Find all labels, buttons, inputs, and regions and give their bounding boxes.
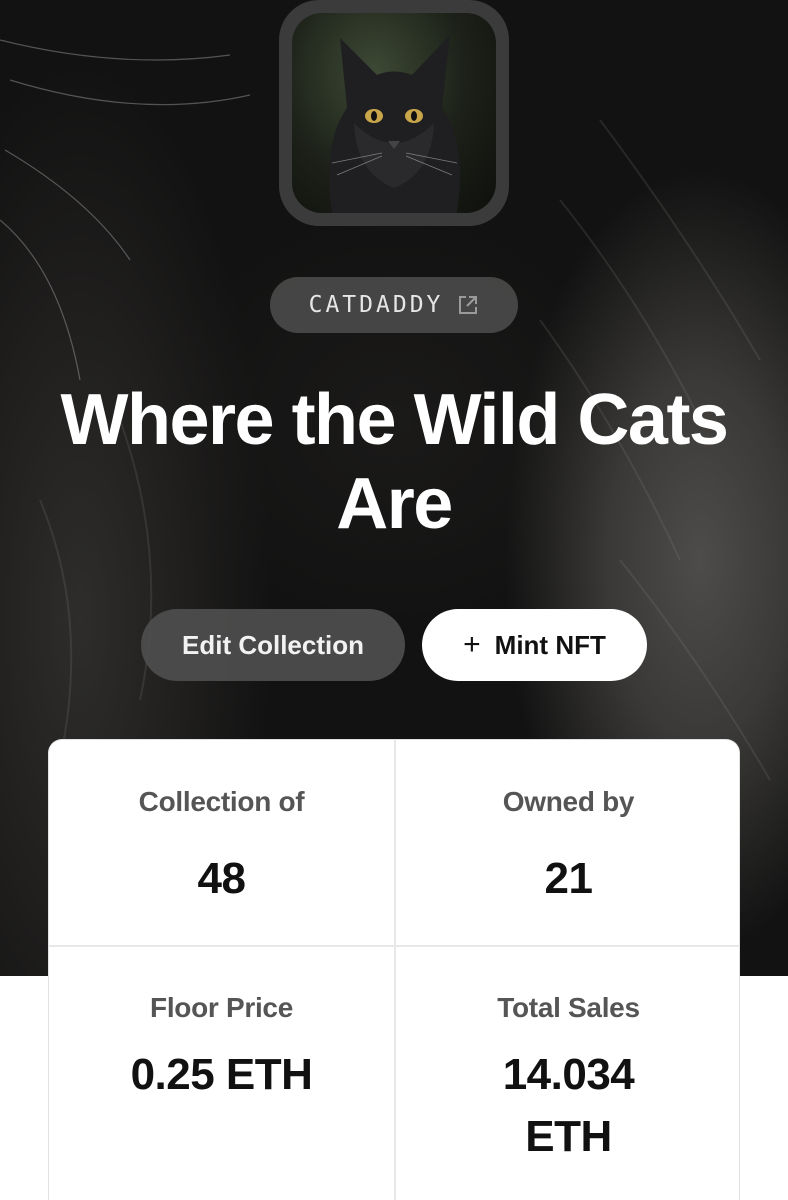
creator-name: CATDADDY — [308, 292, 444, 318]
edit-collection-button[interactable]: Edit Collection — [141, 609, 405, 681]
cat-avatar-image — [292, 13, 496, 213]
stat-label: Collection of — [138, 786, 305, 817]
stat-label: Owned by — [502, 786, 635, 817]
stat-floor-price: Floor Price 0.25 ETH — [49, 992, 394, 1106]
stats-horizontal-divider — [49, 945, 739, 947]
stat-owners: Owned by 21 — [396, 786, 741, 910]
mint-nft-button[interactable]: + Mint NFT — [422, 609, 647, 681]
stat-value: 0.25 ETH — [130, 1050, 313, 1099]
external-link-icon — [457, 294, 479, 316]
mint-nft-label: Mint NFT — [494, 629, 606, 660]
collection-stats-card: Collection of 48 Owned by 21 Floor Price… — [48, 739, 740, 1200]
collection-avatar[interactable] — [279, 0, 509, 226]
stat-total-sales: Total Sales 14.034 ETH — [396, 992, 741, 1168]
collection-title: Where the Wild Cats Are — [60, 380, 729, 544]
stat-value: 48 — [197, 854, 246, 903]
stat-label: Total Sales — [497, 992, 640, 1023]
edit-collection-label: Edit Collection — [182, 629, 364, 660]
creator-link[interactable]: CATDADDY — [270, 277, 518, 333]
stat-collection-size: Collection of 48 — [49, 786, 394, 910]
stat-value: 14.034 ETH — [502, 1050, 635, 1161]
plus-icon: + — [463, 628, 481, 661]
stat-label: Floor Price — [150, 992, 293, 1023]
stat-value: 21 — [544, 854, 593, 903]
